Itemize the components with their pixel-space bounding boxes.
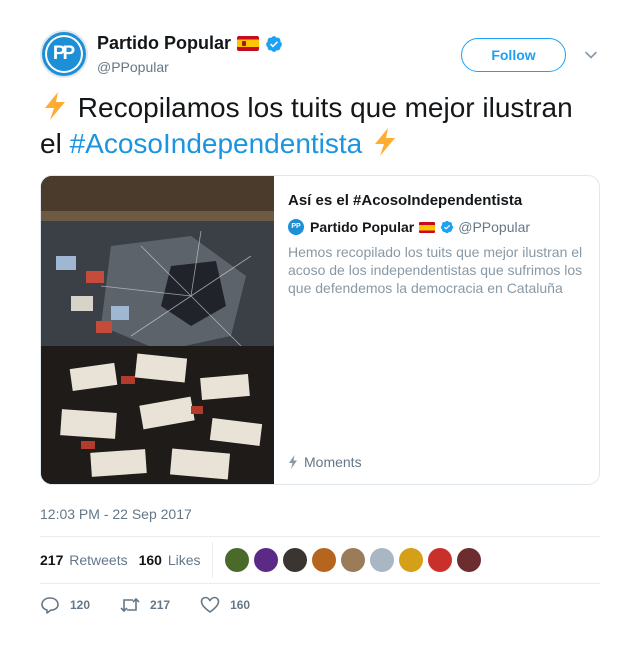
tweet-text: Recopilamos los tuits que mejor ilustran… xyxy=(40,90,600,162)
hashtag-link[interactable]: #AcosoIndependentista xyxy=(70,128,363,159)
display-name[interactable]: Partido Popular xyxy=(97,33,231,54)
retweets-count: 217 xyxy=(40,552,64,568)
card-photo xyxy=(41,176,274,484)
card-image xyxy=(41,176,274,484)
card-author-avatar: PP xyxy=(288,219,304,235)
card-author: PP Partido Popular @PPopular xyxy=(288,219,588,235)
author-info: Partido Popular @PPopular xyxy=(97,33,283,75)
likes-count: 160 xyxy=(138,552,162,568)
heart-icon xyxy=(200,596,220,613)
liker-avatars xyxy=(224,548,486,572)
liker-avatar[interactable] xyxy=(369,548,394,572)
card-footer: Moments xyxy=(288,454,362,470)
card-body: Así es el #AcosoIndependentista PP Parti… xyxy=(288,192,588,297)
verified-badge-icon xyxy=(266,35,282,52)
moment-card[interactable]: Así es el #AcosoIndependentista PP Parti… xyxy=(40,175,600,485)
retweet-icon xyxy=(120,597,140,613)
liker-avatar[interactable] xyxy=(282,548,307,572)
lightning-emoji-icon xyxy=(45,92,65,120)
liker-avatar[interactable] xyxy=(311,548,336,572)
card-author-handle: @PPopular xyxy=(458,219,531,235)
spain-flag-icon xyxy=(419,221,436,233)
like-action[interactable]: 160 xyxy=(200,596,250,614)
card-description: Hemos recopilado los tuits que mejor ilu… xyxy=(288,244,583,296)
like-count: 160 xyxy=(230,598,251,612)
liker-avatar[interactable] xyxy=(253,548,278,572)
retweets-label: Retweets xyxy=(69,552,128,568)
tweet-container: PP Partido Popular @PPopular Follow Reco… xyxy=(40,30,600,614)
card-author-name: Partido Popular xyxy=(310,219,415,235)
liker-avatar[interactable] xyxy=(398,548,423,572)
lightning-emoji-icon xyxy=(375,128,396,156)
tweet-header: PP Partido Popular @PPopular Follow xyxy=(40,30,600,80)
verified-badge-icon xyxy=(441,220,454,234)
liker-avatar[interactable] xyxy=(340,548,365,572)
liker-avatar[interactable] xyxy=(224,548,249,572)
lightning-icon xyxy=(289,455,297,469)
reply-action[interactable]: 120 xyxy=(40,596,90,614)
moments-label: Moments xyxy=(304,454,362,470)
follow-button[interactable]: Follow xyxy=(461,38,566,72)
avatar[interactable]: PP xyxy=(40,30,88,78)
handle[interactable]: @PPopular xyxy=(97,59,283,75)
likes-stat[interactable]: 160 Likes xyxy=(139,552,201,568)
tweet-timestamp[interactable]: 12:03 PM - 22 Sep 2017 xyxy=(40,506,192,522)
card-title[interactable]: Así es el #AcosoIndependentista xyxy=(288,192,588,209)
likes-label: Likes xyxy=(167,552,201,568)
liker-avatar[interactable] xyxy=(456,548,481,572)
tweet-actions: 120 217 160 xyxy=(40,596,280,614)
tweet-stats: 217 Retweets 160 Likes xyxy=(40,536,600,584)
retweet-action[interactable]: 217 xyxy=(120,596,170,614)
spain-flag-icon xyxy=(237,36,260,51)
retweet-count: 217 xyxy=(150,598,171,612)
reply-icon xyxy=(41,597,59,614)
chevron-down-icon[interactable] xyxy=(584,48,598,62)
stats-divider xyxy=(211,542,213,578)
reply-count: 120 xyxy=(70,598,91,612)
retweets-stat[interactable]: 217 Retweets xyxy=(40,552,128,568)
liker-avatar[interactable] xyxy=(427,548,452,572)
avatar-logo: PP xyxy=(47,37,81,71)
